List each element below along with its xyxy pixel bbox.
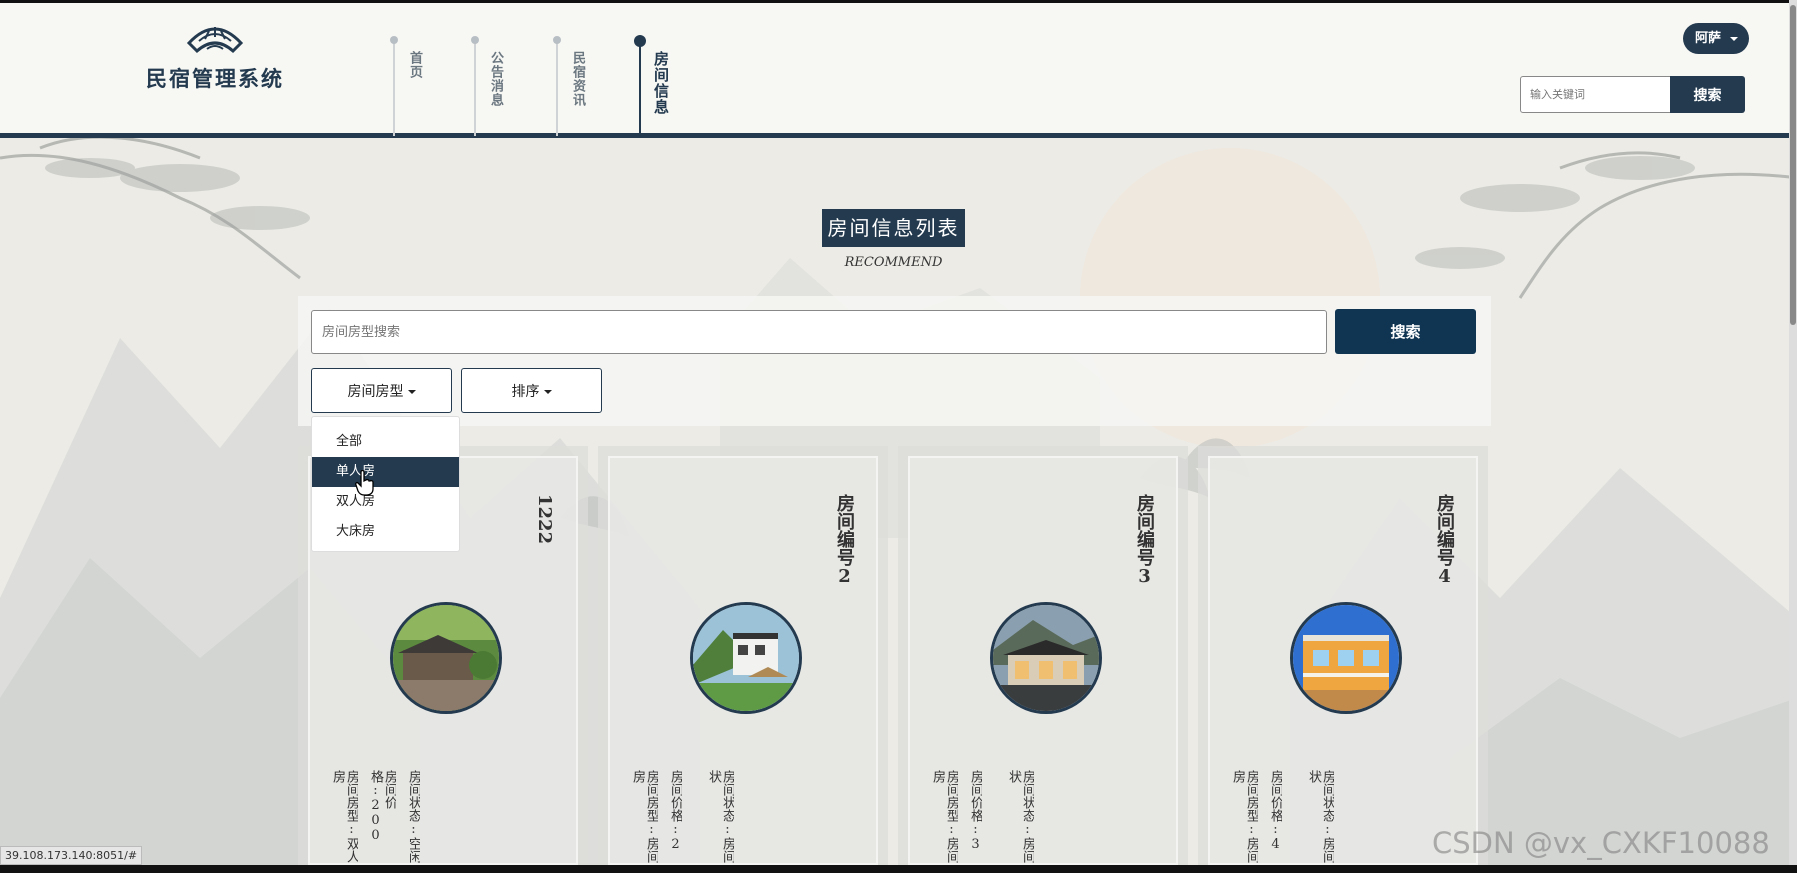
room-card[interactable]: 房间编号3 房间房型:房间房 房间价格:3 房间状态:房间状: [898, 446, 1188, 865]
room-type-dropdown[interactable]: 房间房型: [311, 368, 452, 413]
room-card-inner: 房间编号4 房间房型:房间房 房间价格:4 房间状态:房间状: [1208, 456, 1478, 865]
dropdown-item-single[interactable]: 单人房: [312, 457, 459, 487]
page-subtitle: RECOMMEND: [844, 255, 943, 270]
dropdown-item-double[interactable]: 双人房: [312, 487, 459, 517]
nav-item-announcements[interactable]: 公告消息: [466, 3, 526, 136]
room-card[interactable]: 房间编号2 房间房型:房间房 房间价格:2 房间状态:房间状: [598, 446, 888, 865]
room-photo[interactable]: [390, 602, 502, 714]
nav-line: [639, 41, 641, 136]
sort-dropdown-label: 排序: [511, 383, 540, 400]
room-card[interactable]: 房间编号4 房间房型:房间房 房间价格:4 房间状态:房间状: [1198, 446, 1488, 865]
room-number: 1222: [534, 494, 555, 545]
nav-line: [393, 39, 395, 136]
caret-down-icon: [407, 389, 416, 394]
room-status-text: 房间状态:房间状: [706, 770, 734, 863]
dropdown-item-king[interactable]: 大床房: [312, 517, 459, 547]
top-header: 民宿管理系统 首页 公告消息 民宿资讯 房间信息 阿萨 搜索: [0, 0, 1797, 138]
room-price-text: 房间价格:200: [368, 770, 396, 843]
header-search-input[interactable]: [1520, 76, 1671, 113]
nav-dot: [553, 36, 561, 44]
caret-down-icon: [543, 389, 552, 394]
room-type-text: 房间房型:房间房: [630, 770, 658, 863]
user-menu-button[interactable]: 阿萨: [1683, 23, 1749, 54]
room-type-text: 房间房型:双人房: [330, 770, 358, 863]
room-photo[interactable]: [990, 602, 1102, 714]
room-photo[interactable]: [1290, 602, 1402, 714]
nav-label-news: 民宿资讯: [570, 51, 585, 107]
room-card-inner: 房间编号3 房间房型:房间房 房间价格:3 房间状态:房间状: [908, 456, 1178, 865]
room-type-text: 房间房型:房间房: [1230, 770, 1258, 863]
nav-line: [556, 39, 558, 136]
room-status-text: 房间状态:房间状: [1306, 770, 1334, 863]
nav-dot: [390, 36, 398, 44]
page-title: 房间信息列表: [822, 209, 965, 247]
scrollbar-thumb[interactable]: [1790, 5, 1796, 325]
room-type-dropdown-menu: 全部 单人房 双人房 大床房: [311, 416, 460, 552]
fan-logo-icon: [186, 27, 244, 54]
user-name: 阿萨: [1695, 31, 1722, 46]
hand-cursor-icon: [355, 470, 374, 496]
room-photo[interactable]: [690, 602, 802, 714]
room-status-text: 房间状态:房间状: [1006, 770, 1034, 863]
room-photo-image: [1293, 605, 1399, 711]
room-status-text: 房间状态:空闲: [406, 770, 420, 863]
room-number: 房间编号4: [1434, 494, 1455, 587]
status-bar-url: 39.108.173.140:8051/#: [0, 846, 143, 865]
room-photo-image: [993, 605, 1099, 711]
watermark: CSDN @vx_CXKF10088: [1432, 826, 1770, 860]
app-title: 民宿管理系统: [146, 66, 284, 91]
room-type-search-input[interactable]: [311, 310, 1327, 354]
header-search-button[interactable]: 搜索: [1670, 76, 1745, 113]
nav-dot: [634, 35, 646, 47]
nav-label-rooms: 房间信息: [652, 51, 670, 115]
room-number: 房间编号2: [834, 494, 855, 587]
sort-dropdown[interactable]: 排序: [461, 368, 602, 413]
nav-label-home: 首页: [407, 51, 422, 79]
room-card-inner: 房间编号2 房间房型:房间房 房间价格:2 房间状态:房间状: [608, 456, 878, 865]
room-type-text: 房间房型:房间房: [930, 770, 958, 863]
room-photo-image: [693, 605, 799, 711]
nav-item-rooms[interactable]: 房间信息: [631, 3, 691, 136]
nav-item-home[interactable]: 首页: [385, 3, 445, 136]
room-price-text: 房间价格:3: [968, 770, 982, 852]
chevron-down-icon: [1730, 37, 1738, 41]
dropdown-item-all[interactable]: 全部: [312, 427, 459, 457]
room-type-dropdown-label: 房间房型: [347, 383, 404, 400]
nav-dot: [471, 36, 479, 44]
room-number: 房间编号3: [1134, 494, 1155, 587]
bottom-edge: [0, 865, 1797, 873]
room-price-text: 房间价格:2: [668, 770, 682, 852]
header-search: 搜索: [1520, 76, 1745, 113]
room-price-text: 房间价格:4: [1268, 770, 1282, 852]
nav-line: [474, 39, 476, 136]
room-search-button[interactable]: 搜索: [1335, 309, 1476, 354]
room-photo-image: [393, 605, 499, 711]
nav-item-news[interactable]: 民宿资讯: [548, 3, 608, 136]
logo[interactable]: 民宿管理系统: [140, 21, 290, 93]
nav-label-announcements: 公告消息: [488, 51, 503, 107]
